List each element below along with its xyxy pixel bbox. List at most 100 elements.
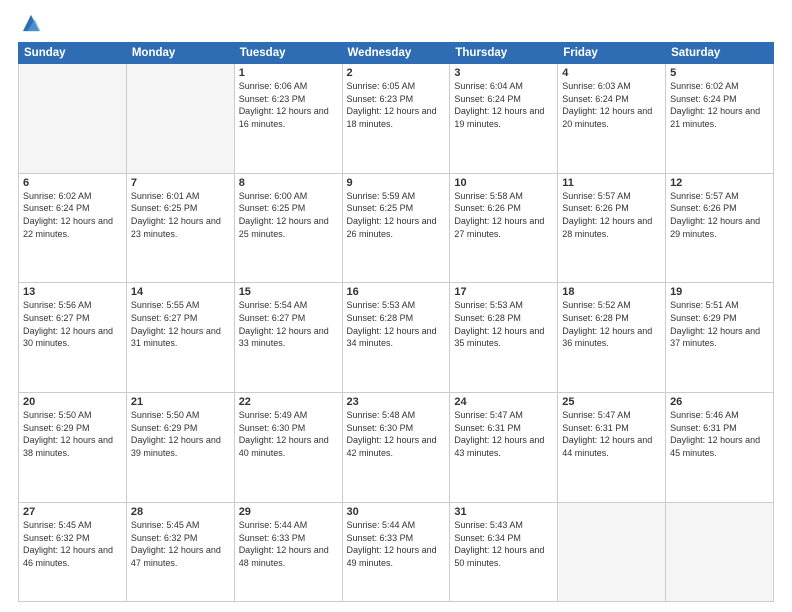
- calendar-cell: 22Sunrise: 5:49 AM Sunset: 6:30 PM Dayli…: [234, 393, 342, 503]
- day-info: Sunrise: 6:06 AM Sunset: 6:23 PM Dayligh…: [239, 80, 338, 130]
- calendar-cell: 12Sunrise: 5:57 AM Sunset: 6:26 PM Dayli…: [666, 173, 774, 283]
- calendar-week-row: 27Sunrise: 5:45 AM Sunset: 6:32 PM Dayli…: [19, 502, 774, 601]
- calendar-cell: 6Sunrise: 6:02 AM Sunset: 6:24 PM Daylig…: [19, 173, 127, 283]
- day-number: 12: [670, 177, 769, 189]
- calendar-cell: 8Sunrise: 6:00 AM Sunset: 6:25 PM Daylig…: [234, 173, 342, 283]
- calendar-cell: 28Sunrise: 5:45 AM Sunset: 6:32 PM Dayli…: [126, 502, 234, 601]
- calendar-week-row: 20Sunrise: 5:50 AM Sunset: 6:29 PM Dayli…: [19, 393, 774, 503]
- day-number: 19: [670, 286, 769, 298]
- day-number: 3: [454, 67, 553, 79]
- day-info: Sunrise: 5:43 AM Sunset: 6:34 PM Dayligh…: [454, 519, 553, 569]
- weekday-header: Friday: [558, 43, 666, 64]
- day-number: 5: [670, 67, 769, 79]
- day-number: 23: [347, 396, 446, 408]
- calendar-cell: [19, 64, 127, 174]
- calendar-cell: 24Sunrise: 5:47 AM Sunset: 6:31 PM Dayli…: [450, 393, 558, 503]
- day-number: 24: [454, 396, 553, 408]
- day-info: Sunrise: 5:45 AM Sunset: 6:32 PM Dayligh…: [23, 519, 122, 569]
- header: [18, 16, 774, 34]
- day-info: Sunrise: 5:44 AM Sunset: 6:33 PM Dayligh…: [347, 519, 446, 569]
- day-info: Sunrise: 6:02 AM Sunset: 6:24 PM Dayligh…: [670, 80, 769, 130]
- day-info: Sunrise: 5:48 AM Sunset: 6:30 PM Dayligh…: [347, 409, 446, 459]
- day-number: 18: [562, 286, 661, 298]
- day-info: Sunrise: 5:51 AM Sunset: 6:29 PM Dayligh…: [670, 299, 769, 349]
- day-number: 2: [347, 67, 446, 79]
- day-number: 28: [131, 506, 230, 518]
- day-info: Sunrise: 5:50 AM Sunset: 6:29 PM Dayligh…: [131, 409, 230, 459]
- day-info: Sunrise: 5:47 AM Sunset: 6:31 PM Dayligh…: [454, 409, 553, 459]
- day-info: Sunrise: 6:01 AM Sunset: 6:25 PM Dayligh…: [131, 190, 230, 240]
- calendar-week-row: 6Sunrise: 6:02 AM Sunset: 6:24 PM Daylig…: [19, 173, 774, 283]
- day-number: 26: [670, 396, 769, 408]
- day-info: Sunrise: 6:05 AM Sunset: 6:23 PM Dayligh…: [347, 80, 446, 130]
- calendar-cell: 2Sunrise: 6:05 AM Sunset: 6:23 PM Daylig…: [342, 64, 450, 174]
- calendar-cell: 20Sunrise: 5:50 AM Sunset: 6:29 PM Dayli…: [19, 393, 127, 503]
- day-info: Sunrise: 5:50 AM Sunset: 6:29 PM Dayligh…: [23, 409, 122, 459]
- day-info: Sunrise: 5:52 AM Sunset: 6:28 PM Dayligh…: [562, 299, 661, 349]
- calendar-cell: 3Sunrise: 6:04 AM Sunset: 6:24 PM Daylig…: [450, 64, 558, 174]
- day-info: Sunrise: 5:59 AM Sunset: 6:25 PM Dayligh…: [347, 190, 446, 240]
- day-info: Sunrise: 5:57 AM Sunset: 6:26 PM Dayligh…: [670, 190, 769, 240]
- day-number: 31: [454, 506, 553, 518]
- calendar-cell: 7Sunrise: 6:01 AM Sunset: 6:25 PM Daylig…: [126, 173, 234, 283]
- day-number: 13: [23, 286, 122, 298]
- day-info: Sunrise: 5:57 AM Sunset: 6:26 PM Dayligh…: [562, 190, 661, 240]
- day-number: 29: [239, 506, 338, 518]
- day-number: 7: [131, 177, 230, 189]
- calendar-cell: [126, 64, 234, 174]
- calendar-cell: 27Sunrise: 5:45 AM Sunset: 6:32 PM Dayli…: [19, 502, 127, 601]
- calendar-cell: 10Sunrise: 5:58 AM Sunset: 6:26 PM Dayli…: [450, 173, 558, 283]
- day-number: 16: [347, 286, 446, 298]
- calendar-week-row: 1Sunrise: 6:06 AM Sunset: 6:23 PM Daylig…: [19, 64, 774, 174]
- day-info: Sunrise: 6:00 AM Sunset: 6:25 PM Dayligh…: [239, 190, 338, 240]
- weekday-header: Wednesday: [342, 43, 450, 64]
- calendar-cell: 25Sunrise: 5:47 AM Sunset: 6:31 PM Dayli…: [558, 393, 666, 503]
- calendar-cell: 14Sunrise: 5:55 AM Sunset: 6:27 PM Dayli…: [126, 283, 234, 393]
- day-info: Sunrise: 5:56 AM Sunset: 6:27 PM Dayligh…: [23, 299, 122, 349]
- day-number: 21: [131, 396, 230, 408]
- calendar-cell: [558, 502, 666, 601]
- day-number: 9: [347, 177, 446, 189]
- day-number: 27: [23, 506, 122, 518]
- day-number: 25: [562, 396, 661, 408]
- calendar-cell: 19Sunrise: 5:51 AM Sunset: 6:29 PM Dayli…: [666, 283, 774, 393]
- calendar-cell: 1Sunrise: 6:06 AM Sunset: 6:23 PM Daylig…: [234, 64, 342, 174]
- weekday-header: Sunday: [19, 43, 127, 64]
- day-number: 1: [239, 67, 338, 79]
- calendar-cell: 5Sunrise: 6:02 AM Sunset: 6:24 PM Daylig…: [666, 64, 774, 174]
- day-number: 17: [454, 286, 553, 298]
- calendar-cell: 13Sunrise: 5:56 AM Sunset: 6:27 PM Dayli…: [19, 283, 127, 393]
- day-info: Sunrise: 5:54 AM Sunset: 6:27 PM Dayligh…: [239, 299, 338, 349]
- day-info: Sunrise: 5:46 AM Sunset: 6:31 PM Dayligh…: [670, 409, 769, 459]
- day-number: 15: [239, 286, 338, 298]
- day-number: 6: [23, 177, 122, 189]
- logo-icon: [20, 12, 42, 34]
- calendar-week-row: 13Sunrise: 5:56 AM Sunset: 6:27 PM Dayli…: [19, 283, 774, 393]
- calendar-cell: 15Sunrise: 5:54 AM Sunset: 6:27 PM Dayli…: [234, 283, 342, 393]
- day-info: Sunrise: 5:53 AM Sunset: 6:28 PM Dayligh…: [347, 299, 446, 349]
- day-info: Sunrise: 6:04 AM Sunset: 6:24 PM Dayligh…: [454, 80, 553, 130]
- weekday-header: Tuesday: [234, 43, 342, 64]
- calendar-cell: 16Sunrise: 5:53 AM Sunset: 6:28 PM Dayli…: [342, 283, 450, 393]
- day-info: Sunrise: 5:55 AM Sunset: 6:27 PM Dayligh…: [131, 299, 230, 349]
- day-number: 4: [562, 67, 661, 79]
- weekday-header: Saturday: [666, 43, 774, 64]
- day-number: 11: [562, 177, 661, 189]
- calendar-cell: 26Sunrise: 5:46 AM Sunset: 6:31 PM Dayli…: [666, 393, 774, 503]
- calendar: SundayMondayTuesdayWednesdayThursdayFrid…: [18, 42, 774, 602]
- calendar-cell: 18Sunrise: 5:52 AM Sunset: 6:28 PM Dayli…: [558, 283, 666, 393]
- day-number: 20: [23, 396, 122, 408]
- day-number: 22: [239, 396, 338, 408]
- day-info: Sunrise: 5:53 AM Sunset: 6:28 PM Dayligh…: [454, 299, 553, 349]
- logo: [18, 16, 42, 34]
- weekday-header: Thursday: [450, 43, 558, 64]
- day-info: Sunrise: 5:58 AM Sunset: 6:26 PM Dayligh…: [454, 190, 553, 240]
- day-info: Sunrise: 6:03 AM Sunset: 6:24 PM Dayligh…: [562, 80, 661, 130]
- day-number: 8: [239, 177, 338, 189]
- calendar-cell: 23Sunrise: 5:48 AM Sunset: 6:30 PM Dayli…: [342, 393, 450, 503]
- day-info: Sunrise: 5:47 AM Sunset: 6:31 PM Dayligh…: [562, 409, 661, 459]
- calendar-cell: 17Sunrise: 5:53 AM Sunset: 6:28 PM Dayli…: [450, 283, 558, 393]
- calendar-cell: 29Sunrise: 5:44 AM Sunset: 6:33 PM Dayli…: [234, 502, 342, 601]
- calendar-cell: 30Sunrise: 5:44 AM Sunset: 6:33 PM Dayli…: [342, 502, 450, 601]
- day-info: Sunrise: 5:45 AM Sunset: 6:32 PM Dayligh…: [131, 519, 230, 569]
